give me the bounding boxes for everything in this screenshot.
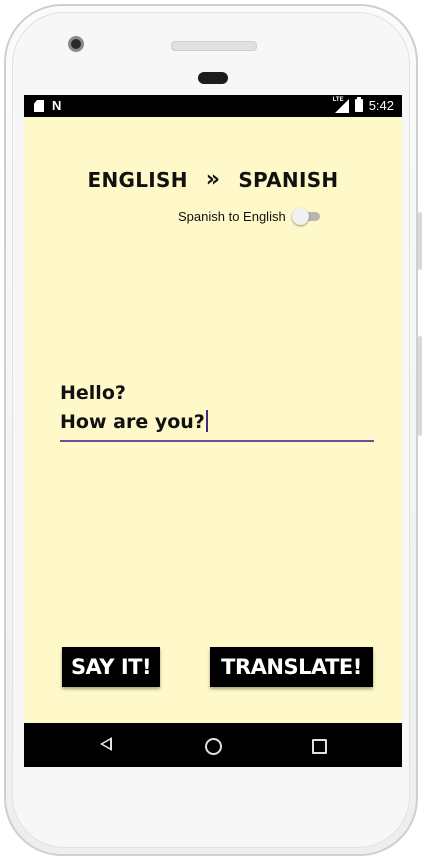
input-line-2: How are you? xyxy=(60,408,374,437)
home-icon[interactable] xyxy=(205,738,222,755)
status-time: 5:42 xyxy=(368,98,394,113)
speaker-slot xyxy=(171,41,257,51)
switch-thumb xyxy=(291,208,309,225)
translate-button[interactable]: TRANSLATE! xyxy=(210,647,373,687)
target-language: SPANISH xyxy=(238,167,339,192)
navigation-bar xyxy=(24,723,402,767)
side-button xyxy=(418,212,422,270)
input-line-1: Hello? xyxy=(60,382,126,404)
earpiece xyxy=(198,72,228,84)
screen: N LTE 5:42 ENGLISH » SPANISH Spanish to … xyxy=(24,95,402,767)
lte-signal-icon: LTE xyxy=(332,96,349,113)
direction-toggle-switch[interactable] xyxy=(291,208,322,225)
text-cursor xyxy=(205,410,208,432)
text-input-field[interactable]: Hello? How are you? xyxy=(60,379,374,442)
n-logo-icon: N xyxy=(52,98,62,113)
front-camera xyxy=(68,36,84,52)
recents-icon[interactable] xyxy=(312,739,327,754)
app-content: ENGLISH » SPANISH Spanish to English Hel… xyxy=(24,117,402,723)
status-right: LTE 5:42 xyxy=(332,96,394,114)
network-label: LTE xyxy=(332,96,344,103)
language-header: ENGLISH » SPANISH xyxy=(24,167,402,192)
direction-toggle-label: Spanish to English xyxy=(178,208,286,224)
status-left: N xyxy=(34,99,61,113)
double-chevron-right-icon: » xyxy=(205,167,221,192)
say-it-button[interactable]: SAY IT! xyxy=(62,647,160,687)
input-underline xyxy=(60,440,374,442)
battery-charging-icon xyxy=(354,97,363,112)
back-icon[interactable] xyxy=(100,737,112,751)
direction-toggle-row: Spanish to English xyxy=(178,208,322,225)
side-button xyxy=(418,336,422,436)
input-text[interactable]: Hello? How are you? xyxy=(60,379,374,437)
sd-card-icon xyxy=(34,100,44,112)
status-bar: N LTE 5:42 xyxy=(24,95,402,117)
source-language: ENGLISH xyxy=(87,167,188,192)
input-line-2-text: How are you? xyxy=(60,411,205,433)
